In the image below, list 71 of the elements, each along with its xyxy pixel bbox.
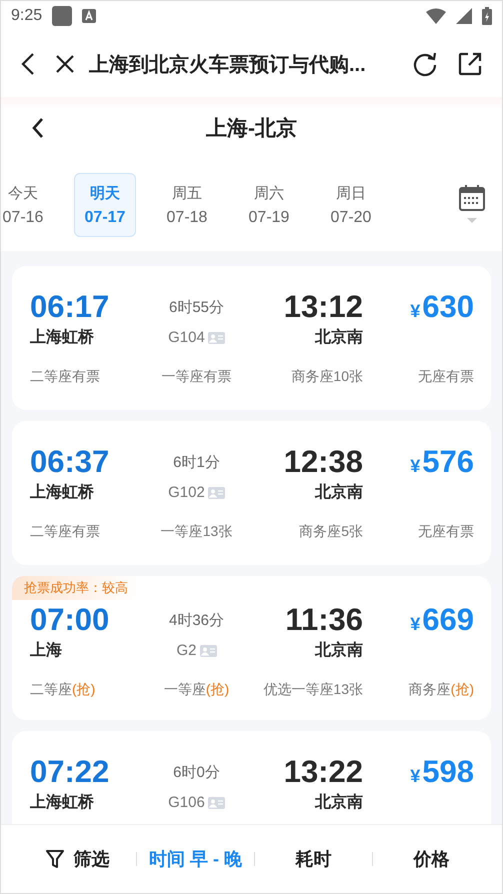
route-title: 上海-北京 (206, 116, 297, 142)
seat-availability: 二等座(抢) (30, 681, 96, 699)
train-number: G106 (168, 794, 205, 811)
train-card[interactable]: 抢票成功率：较高 07:00 4时36分 11:36 ¥669 上海 G2 北京南 二等座(抢) 一等座(抢) 优选一等座13张 商务座(抢) (12, 576, 491, 720)
arrival-time: 13:22 (284, 754, 363, 790)
price: ¥598 (410, 754, 474, 790)
sort-tab[interactable]: 时间 早 - 晚 (137, 839, 254, 879)
departure-station: 上海 (30, 640, 63, 661)
seat-availability: 商务座5张 (299, 523, 363, 541)
seat-availability: 一等座有票 (162, 368, 232, 386)
seat-availability: 无座有票 (418, 368, 474, 386)
keyboard-notification-icon (82, 9, 96, 23)
seat-availability: 一等座13张 (160, 523, 232, 541)
date-tab[interactable]: 今天 07-16 (1, 173, 54, 237)
train-number: G102 (168, 484, 205, 501)
arrival-station: 北京南 (315, 792, 363, 813)
departure-time: 07:22 (30, 754, 110, 790)
date-tab[interactable]: 周五 07-18 (156, 173, 218, 237)
duration: 6时1分 (173, 452, 220, 472)
share-icon[interactable] (458, 52, 482, 76)
price: ¥576 (410, 444, 474, 480)
arrival-time: 13:12 (284, 289, 363, 325)
arrival-station: 北京南 (315, 482, 363, 503)
seat-availability: 一等座(抢) (164, 681, 230, 699)
seat-availability: 二等座有票 (30, 523, 101, 541)
status-time: 9:25 (11, 7, 42, 25)
duration: 6时55分 (168, 298, 224, 316)
id-card-icon (208, 486, 225, 498)
id-card-icon (200, 644, 216, 656)
duration: 6时0分 (173, 762, 220, 782)
train-card[interactable]: 07:22 6时0分 13:22 ¥598 上海虹桥 G106 北京南 (12, 731, 491, 824)
departure-time: 06:17 (30, 289, 110, 325)
filter-icon (46, 849, 64, 869)
date-tab[interactable]: 周日 07-20 (320, 173, 382, 237)
signal-icon (456, 8, 472, 24)
train-number: G2 (176, 642, 196, 659)
departure-station: 上海虹桥 (30, 792, 95, 813)
departure-time: 06:37 (30, 444, 110, 480)
back-icon[interactable] (21, 52, 35, 76)
id-card-icon (208, 796, 225, 808)
train-card[interactable]: 06:17 6时55分 13:12 ¥630 上海虹桥 G104 北京南 二等座有票 一等座有票 商务座10张 无座有票 (12, 266, 491, 410)
arrival-station: 北京南 (315, 640, 363, 661)
page-title: 上海到北京火车票预订与代购... (89, 52, 367, 78)
calendar-icon[interactable] (459, 185, 485, 225)
arrival-station: 北京南 (315, 327, 363, 348)
sort-tab[interactable]: 耗时 (255, 839, 372, 879)
price: ¥669 (410, 602, 474, 638)
arrival-time: 11:36 (285, 602, 363, 638)
train-number: G104 (168, 329, 205, 346)
departure-time: 07:00 (30, 602, 110, 638)
close-icon[interactable] (55, 54, 75, 74)
filter-button[interactable]: 筛选 (19, 839, 136, 879)
price: ¥630 (410, 289, 474, 325)
back-icon[interactable] (31, 117, 45, 139)
sort-tab[interactable]: 价格 (373, 839, 490, 879)
train-card[interactable]: 06:37 6时1分 12:38 ¥576 上海虹桥 G102 北京南 二等座有票 一等座13张 商务座5张 无座有票 (12, 421, 491, 565)
seat-availability: 无座有票 (418, 523, 474, 541)
seat-availability: 优选一等座13张 (263, 681, 363, 699)
battery-icon (482, 7, 492, 25)
wifi-icon (426, 8, 446, 24)
departure-station: 上海虹桥 (30, 482, 95, 503)
id-card-icon (208, 332, 225, 344)
seat-availability: 商务座(抢) (408, 681, 474, 699)
departure-station: 上海虹桥 (30, 328, 95, 348)
seat-availability: 商务座10张 (291, 368, 363, 386)
app-notification-icon (52, 6, 72, 26)
arrival-time: 12:38 (284, 444, 363, 480)
seat-availability: 二等座有票 (30, 368, 101, 386)
refresh-icon[interactable] (412, 51, 438, 77)
duration: 4时36分 (168, 610, 224, 630)
date-tab[interactable]: 周六 07-19 (238, 173, 300, 237)
